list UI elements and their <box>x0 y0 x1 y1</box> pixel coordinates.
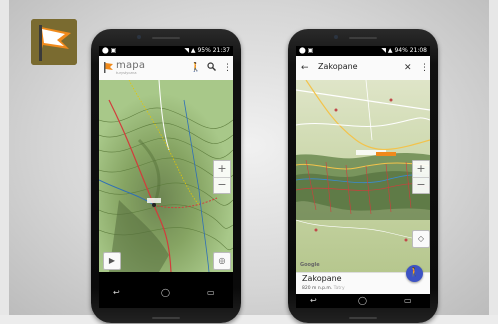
close-icon[interactable]: ✕ <box>404 62 412 74</box>
status-bar: ⬤ ▣ ◥ ▲ 95% 21:37 <box>99 46 233 56</box>
locate-button[interactable]: ◇ <box>412 230 430 248</box>
home-icon[interactable]: ◯ <box>358 296 367 306</box>
recents-icon[interactable]: ▭ <box>404 296 412 306</box>
status-right: ◥ ▲ 95% 21:37 <box>184 46 230 56</box>
status-bar: ⬤ ▣ ◥ ▲ 94% 21:08 <box>296 46 430 56</box>
speaker <box>349 317 377 319</box>
phone-right: ⬤ ▣ ◥ ▲ 94% 21:08 ← Zakopane ✕ ⋮ + − ◇ G… <box>288 29 438 323</box>
topo-map[interactable]: + − ▶ ◎ <box>99 80 233 272</box>
back-icon[interactable]: ↩ <box>113 288 120 298</box>
locate-button[interactable]: ◎ <box>213 252 231 270</box>
screen-right: ⬤ ▣ ◥ ▲ 94% 21:08 ← Zakopane ✕ ⋮ + − ◇ G… <box>296 46 430 308</box>
terrain-map[interactable]: + − ◇ Google <box>296 80 430 272</box>
android-icon: ⬤ ▣ <box>102 47 117 54</box>
speaker <box>152 317 180 319</box>
time-text: 21:08 <box>409 47 427 54</box>
zoom-control: + − <box>412 160 430 194</box>
hike-fab[interactable]: 🚶 <box>406 265 423 282</box>
search-input[interactable]: Zakopane <box>318 62 358 71</box>
brand-sub: turystyczna <box>116 71 137 75</box>
battery-text: 94% <box>394 47 408 54</box>
place-region: Tatry <box>333 286 345 291</box>
brand-name: mapa <box>116 60 146 71</box>
place-elevation: 820 m n.p.m. <box>302 286 333 291</box>
place-meta: 820 m n.p.m. Tatry <box>302 286 345 291</box>
google-logo: Google <box>300 262 320 268</box>
home-icon[interactable]: ◯ <box>161 288 170 298</box>
flag-icon <box>31 19 77 65</box>
earpiece <box>349 37 377 39</box>
brand-flag-icon <box>104 62 113 73</box>
play-button[interactable]: ▶ <box>103 252 121 270</box>
time-text: 21:37 <box>212 47 230 54</box>
hiker-icon: 🚶 <box>408 268 421 278</box>
recents-icon[interactable]: ▭ <box>207 288 215 298</box>
more-vert-icon[interactable]: ⋮ <box>223 62 232 74</box>
frame-left <box>0 0 9 324</box>
search-icon[interactable] <box>207 62 216 75</box>
battery-text: 95% <box>197 47 211 54</box>
front-camera <box>137 35 141 39</box>
status-right: ◥ ▲ 94% 21:08 <box>381 46 427 56</box>
zoom-control: + − <box>213 160 231 194</box>
android-icon: ⬤ ▣ <box>299 47 314 54</box>
zoom-out-button[interactable]: − <box>214 177 230 193</box>
front-camera <box>334 35 338 39</box>
more-vert-icon[interactable]: ⋮ <box>420 62 429 74</box>
zoom-out-button[interactable]: − <box>413 177 429 193</box>
search-bar: ← Zakopane ✕ ⋮ <box>296 56 430 80</box>
place-card[interactable]: Zakopane 820 m n.p.m. Tatry 🚶 <box>296 265 430 295</box>
place-name: Zakopane <box>302 274 342 283</box>
nav-bar: ↩ ◯ ▭ <box>99 272 233 308</box>
app-bar: mapa turystyczna 🚶 ⋮ <box>99 56 233 80</box>
arrow-left-icon[interactable]: ← <box>301 62 309 74</box>
back-icon[interactable]: ↩ <box>310 296 317 306</box>
phone-left: ⬤ ▣ ◥ ▲ 95% 21:37 mapa turystyczna 🚶 ⋮ +… <box>91 29 241 323</box>
frame-right <box>489 0 498 324</box>
nav-bar: ↩ ◯ ▭ <box>296 294 430 308</box>
zoom-in-button[interactable]: + <box>413 161 429 177</box>
play-icon: ▶ <box>108 256 116 265</box>
earpiece <box>152 37 180 39</box>
hiker-icon[interactable]: 🚶 <box>190 62 201 74</box>
locate-icon: ◇ <box>417 234 425 243</box>
app-logo <box>31 19 77 65</box>
locate-icon: ◎ <box>218 256 226 265</box>
zoom-in-button[interactable]: + <box>214 161 230 177</box>
screen-left: ⬤ ▣ ◥ ▲ 95% 21:37 mapa turystyczna 🚶 ⋮ +… <box>99 46 233 308</box>
